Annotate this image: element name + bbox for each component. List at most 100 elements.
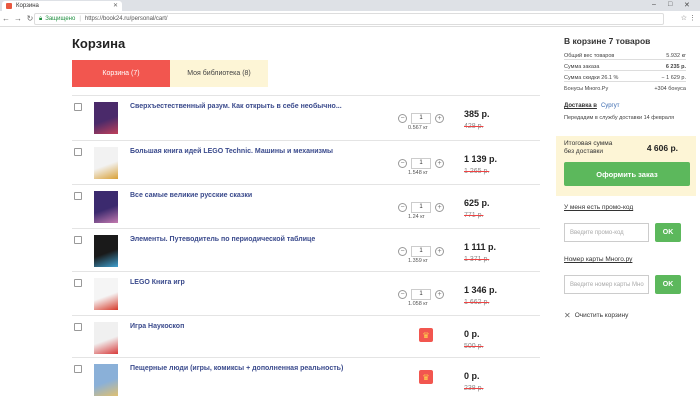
gift-icon: ♛ xyxy=(419,370,433,384)
summary-row-discount: Сумма скидки 26.1 % − 1 629 р. xyxy=(564,75,686,82)
browser-tab[interactable]: Корзина ✕ xyxy=(2,1,122,11)
quantity-stepper: −1 + xyxy=(398,113,444,124)
increase-quantity-button[interactable]: + xyxy=(435,114,444,123)
decrease-quantity-button[interactable]: − xyxy=(398,290,407,299)
tab-cart[interactable]: Корзина (7) xyxy=(72,60,170,87)
book-cover-image xyxy=(94,364,118,396)
url-field[interactable]: 🔒︎ Защищено | https://book24.ru/personal… xyxy=(34,13,664,25)
quantity-input[interactable]: 1 xyxy=(411,202,431,213)
clear-cart-label: Очистить корзину xyxy=(574,312,629,319)
item-checkbox[interactable] xyxy=(74,103,82,111)
increase-quantity-button[interactable]: + xyxy=(435,203,444,212)
item-old-price: 428 р. xyxy=(464,123,484,130)
browser-tabbar: Корзина ✕ – □ ✕ xyxy=(0,0,700,11)
item-weight: 1.058 кг xyxy=(408,301,428,307)
cart-item: Игра Наукоскоп ♛ 0 р. 500 р. xyxy=(72,315,540,359)
close-window-icon[interactable]: ✕ xyxy=(684,1,690,9)
item-price: 0 р. xyxy=(464,371,480,381)
item-title-link[interactable]: Сверхъестественный разум. Как открыть в … xyxy=(130,103,342,110)
summary-row-weight: Общий вес товаров 5.932 кг xyxy=(564,53,686,60)
item-old-price: 500 р. xyxy=(464,343,484,350)
promo-ok-button[interactable]: OK xyxy=(655,223,681,242)
book-cover-image xyxy=(94,322,118,354)
item-old-price: 771 р. xyxy=(464,212,484,219)
secure-label: Защищено xyxy=(45,16,76,22)
item-checkbox[interactable] xyxy=(74,192,82,200)
card-ok-button[interactable]: OK xyxy=(655,275,681,294)
item-checkbox[interactable] xyxy=(74,365,82,373)
cart-tabs: Корзина (7) Моя библиотека (8) xyxy=(72,60,268,87)
item-checkbox[interactable] xyxy=(74,323,82,331)
close-tab-icon[interactable]: ✕ xyxy=(113,2,118,9)
browser-tab-title: Корзина xyxy=(16,3,39,9)
cart-item: Пещерные люди (игры, комиксы + дополненн… xyxy=(72,357,540,401)
url-text: https://book24.ru/personal/cart/ xyxy=(84,16,168,22)
item-price: 1 346 р. xyxy=(464,285,498,295)
back-icon[interactable]: ← xyxy=(0,14,12,23)
quantity-stepper: −1 + xyxy=(398,158,444,169)
increase-quantity-button[interactable]: + xyxy=(435,247,444,256)
decrease-quantity-button[interactable]: − xyxy=(398,247,407,256)
item-title-link[interactable]: Все самые великие русские сказки xyxy=(130,192,252,199)
quantity-input[interactable]: 1 xyxy=(411,289,431,300)
item-checkbox[interactable] xyxy=(74,148,82,156)
clear-cart-button[interactable]: ✕ Очистить корзину xyxy=(564,311,628,320)
delivery-label: Доставка в xyxy=(564,103,597,109)
item-price: 1 139 р. xyxy=(464,154,498,164)
item-price: 0 р. xyxy=(464,329,480,339)
item-title-link[interactable]: Игра Наукоскоп xyxy=(130,323,184,330)
site-favicon-icon xyxy=(6,3,12,9)
book-cover-image xyxy=(94,147,118,179)
checkout-button[interactable]: Оформить заказ xyxy=(564,162,690,186)
quantity-stepper: −1 + xyxy=(398,246,444,257)
loyalty-card-input[interactable]: Введите номер карты Мно xyxy=(564,275,649,294)
cart-item: Элементы. Путеводитель по периодической … xyxy=(72,228,540,272)
promo-code-input[interactable]: Введите промо-код xyxy=(564,223,649,242)
total-value: 4 606 р. xyxy=(646,143,678,153)
item-title-link[interactable]: Пещерные люди (игры, комиксы + дополненн… xyxy=(130,365,343,372)
maximize-icon[interactable]: □ xyxy=(668,1,672,8)
forward-icon[interactable]: → xyxy=(12,14,24,23)
cart-item: Большая книга идей LEGO Technic. Машины … xyxy=(72,140,540,184)
delivery-city-selector[interactable]: Доставка в Сургут xyxy=(564,103,619,109)
item-weight: 0.567 кг xyxy=(408,125,428,131)
item-old-price: 1 371 р. xyxy=(464,256,490,263)
close-icon: ✕ xyxy=(564,311,571,320)
minimize-icon[interactable]: – xyxy=(652,1,656,8)
decrease-quantity-button[interactable]: − xyxy=(398,159,407,168)
item-weight: 1.548 кг xyxy=(408,170,428,176)
item-price: 385 р. xyxy=(464,109,490,119)
item-weight: 1.359 кг xyxy=(408,258,428,264)
book-cover-image xyxy=(94,278,118,310)
lock-icon: 🔒︎ xyxy=(39,15,43,22)
item-old-price: 1 265 р. xyxy=(464,168,490,175)
item-old-price: 1 662 р. xyxy=(464,299,490,306)
address-bar: ← → ↻ 🔒︎ Защищено | https://book24.ru/pe… xyxy=(0,11,700,27)
order-total-box: Итоговая сумма без доставки 4 606 р. Офо… xyxy=(556,136,696,196)
decrease-quantity-button[interactable]: − xyxy=(398,203,407,212)
quantity-stepper: −1 + xyxy=(398,202,444,213)
item-checkbox[interactable] xyxy=(74,236,82,244)
increase-quantity-button[interactable]: + xyxy=(435,159,444,168)
item-weight: 1.24 кг xyxy=(408,214,425,220)
loyalty-card-link[interactable]: Номер карты Много.ру xyxy=(564,256,632,263)
item-price: 1 111 р. xyxy=(464,242,497,252)
item-title-link[interactable]: Элементы. Путеводитель по периодической … xyxy=(130,236,315,243)
promo-code-link[interactable]: У меня есть промо-код xyxy=(564,204,633,211)
item-title-link[interactable]: Большая книга идей LEGO Technic. Машины … xyxy=(130,148,333,155)
item-checkbox[interactable] xyxy=(74,279,82,287)
cart-item: Сверхъестественный разум. Как открыть в … xyxy=(72,95,540,139)
tab-my-library[interactable]: Моя библиотека (8) xyxy=(170,60,268,87)
quantity-input[interactable]: 1 xyxy=(411,158,431,169)
quantity-stepper: −1 + xyxy=(398,289,444,300)
book-cover-image xyxy=(94,191,118,223)
decrease-quantity-button[interactable]: − xyxy=(398,114,407,123)
quantity-input[interactable]: 1 xyxy=(411,113,431,124)
delivery-city-link[interactable]: Сургут xyxy=(601,103,620,109)
gift-icon: ♛ xyxy=(419,328,433,342)
star-icon[interactable]: ☆ ⋮ xyxy=(681,14,696,22)
quantity-input[interactable]: 1 xyxy=(411,246,431,257)
item-price: 625 р. xyxy=(464,198,490,208)
item-title-link[interactable]: LEGO Книга игр xyxy=(130,279,185,286)
increase-quantity-button[interactable]: + xyxy=(435,290,444,299)
